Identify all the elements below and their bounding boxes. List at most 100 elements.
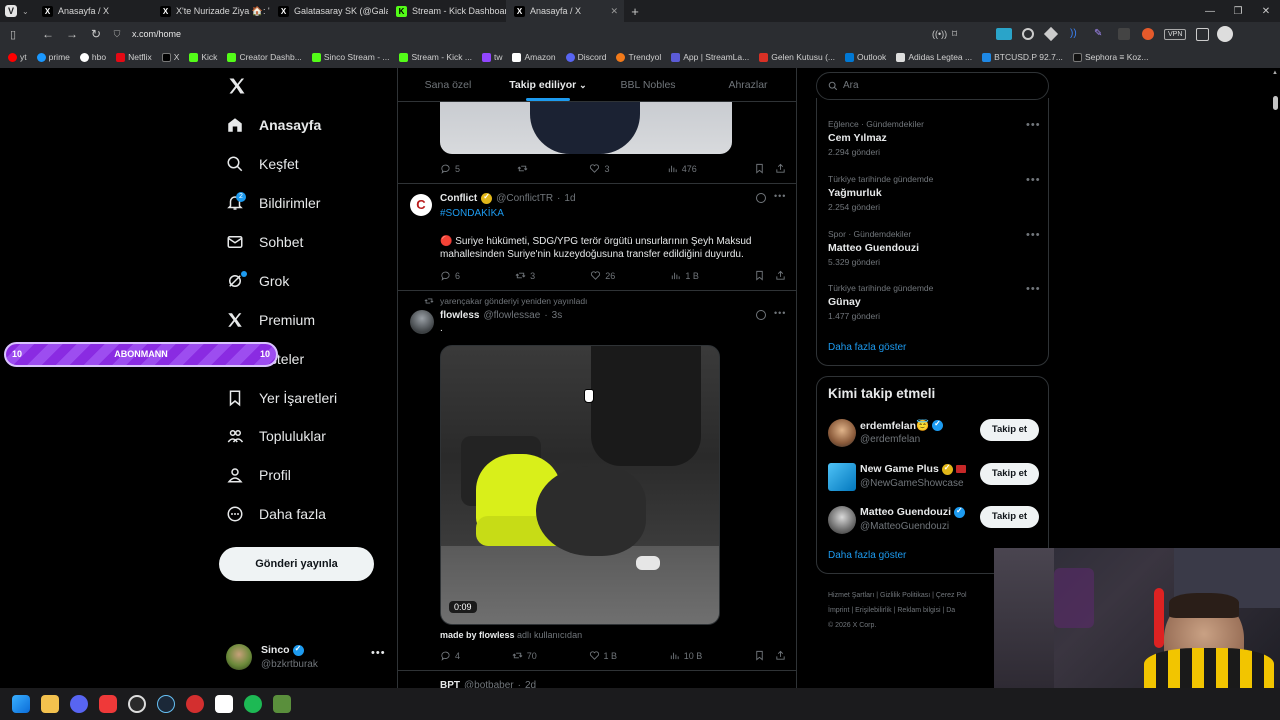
more-options-icon[interactable]: ••• (1026, 119, 1256, 131)
app-icon[interactable] (273, 695, 291, 713)
sidebar-item-more[interactable]: Daha fazla (226, 505, 326, 523)
extension-icon[interactable] (1022, 28, 1034, 40)
sidebar-toggle-icon[interactable]: ▯ (0, 28, 26, 41)
extension-icon[interactable] (1118, 28, 1130, 40)
sidebar-item-grok[interactable]: Grok (226, 272, 289, 290)
file-explorer-icon[interactable] (41, 695, 59, 713)
bookmark-item[interactable]: Outlook (845, 52, 886, 62)
back-icon[interactable]: ← (36, 27, 60, 41)
more-options-icon[interactable]: ••• (774, 191, 786, 201)
sidebar-item-communities[interactable]: Topluluklar (226, 427, 326, 445)
browser-tab[interactable]: X X'te Nurizade Ziya 🏠: "Gal (152, 0, 270, 22)
views-button[interactable]: 10 B (669, 650, 702, 661)
sidebar-item-profile[interactable]: Profil (226, 466, 291, 484)
browser-tab[interactable]: X Anasayfa / X (34, 0, 152, 22)
post-time[interactable]: 3s (552, 310, 563, 321)
cast-icon[interactable]: ((•)) (932, 29, 952, 39)
scroll-up-arrow-icon[interactable]: ▲ (1272, 70, 1278, 76)
bookmark-item[interactable]: Stream - Kick ... (399, 52, 472, 62)
bookmark-item[interactable]: yt (8, 52, 27, 62)
scrollbar-thumb[interactable] (1273, 96, 1278, 110)
bookmark-item[interactable]: Kick (189, 52, 217, 62)
extension-icon[interactable] (1043, 26, 1059, 42)
bookmark-icon[interactable] (754, 163, 765, 174)
post-author[interactable]: BPT (440, 680, 460, 688)
x-logo-icon[interactable] (227, 76, 247, 96)
repost-button[interactable]: 3 (515, 270, 535, 281)
bookmark-item[interactable]: tw (481, 52, 502, 62)
game-launcher-icon[interactable] (186, 695, 204, 713)
share-icon[interactable] (775, 163, 786, 174)
bookmark-item[interactable]: Amazon (512, 52, 556, 62)
sidebar-item-chat[interactable]: Sohbet (226, 233, 303, 251)
tab-following[interactable]: Takip ediliyor ⌄ (498, 68, 598, 101)
browser-tab-active[interactable]: X Anasayfa / X ✕ (506, 0, 624, 22)
post-handle[interactable]: @ConflictTR (496, 193, 553, 204)
tab-list-chevron-icon[interactable]: ⌄ (22, 7, 34, 16)
site-info-icon[interactable]: ⛉ (108, 29, 126, 40)
post-time[interactable]: 1d (564, 193, 575, 204)
browser-tab[interactable]: K Stream - Kick Dashboard (388, 0, 506, 22)
close-tab-icon[interactable]: ✕ (610, 6, 618, 17)
share-icon[interactable] (775, 270, 786, 281)
like-button[interactable]: 3 (589, 163, 610, 174)
maximize-window-icon[interactable]: ❐ (1224, 6, 1252, 17)
share-icon[interactable] (775, 650, 786, 661)
reload-icon[interactable]: ↻ (84, 27, 108, 41)
follow-suggestion[interactable]: erdemfelan😇 @erdemfelan Takip et (828, 419, 1040, 449)
vivaldi-icon[interactable] (99, 695, 117, 713)
post-handle[interactable]: @flowlessae (483, 310, 540, 321)
footer-line[interactable]: Hizmet Şartları | Gizlilik Politikası | … (828, 588, 998, 603)
more-options-icon[interactable]: ••• (1026, 174, 1256, 186)
windows-start-icon[interactable] (12, 695, 30, 713)
bookmark-item[interactable]: Creator Dashb... (227, 52, 302, 62)
trend-item[interactable]: Spor · Gündemdekiler Matteo Guendouzi 5.… (828, 229, 1048, 267)
follow-button[interactable]: Takip et (980, 506, 1039, 528)
tab-list-bbl[interactable]: BBL Nobles (598, 68, 698, 101)
post-media[interactable] (440, 102, 732, 154)
tab-list-ahrazlar[interactable]: Ahrazlar (698, 68, 796, 101)
capcut-icon[interactable] (215, 695, 233, 713)
extensions-panel-icon[interactable] (1196, 27, 1210, 41)
bookmark-item[interactable]: prime (36, 52, 70, 62)
grok-icon[interactable] (756, 193, 766, 203)
follow-suggestion[interactable]: Matteo Guendouzi @MatteoGuendouzi Takip … (828, 506, 1040, 536)
bookmark-item[interactable]: BTCUSD.P 92.7... (982, 52, 1063, 62)
post-button[interactable]: Gönderi yayınla (219, 547, 374, 581)
new-tab-button[interactable]: + (624, 4, 646, 19)
reply-button[interactable]: 4 (440, 650, 460, 661)
reply-button[interactable]: 6 (440, 270, 460, 281)
repost-button[interactable] (517, 163, 532, 174)
post-video-player[interactable]: 0:09 (440, 345, 720, 625)
views-button[interactable]: 476 (667, 163, 697, 174)
show-more-trends-link[interactable]: Daha fazla göster (828, 342, 906, 353)
hashtag-link[interactable]: #SONDAKİKA (440, 208, 504, 219)
repost-button[interactable]: 70 (512, 650, 537, 661)
like-button[interactable]: 1 B (589, 650, 617, 661)
minimize-window-icon[interactable]: — (1196, 6, 1224, 17)
extension-icon[interactable] (996, 28, 1012, 40)
trend-item[interactable]: Türkiye tarihinde gündemde Yağmurluk 2.2… (828, 174, 1048, 212)
extension-icon[interactable] (1142, 28, 1154, 40)
footer-line[interactable]: İmprint | Erişilebilirlik | Reklam bilgi… (828, 603, 998, 618)
url-field[interactable]: x.com/home (132, 29, 932, 39)
tab-for-you[interactable]: Sana özel (398, 68, 498, 101)
trend-item[interactable]: Eğlence · Gündemdekiler Cem Yılmaz 2.294… (828, 119, 1048, 157)
steam-icon[interactable] (157, 695, 175, 713)
follow-button[interactable]: Takip et (980, 419, 1039, 441)
more-options-icon[interactable]: ••• (1026, 283, 1256, 295)
forward-icon[interactable]: → (60, 27, 84, 41)
bookmark-item[interactable]: Sinco Stream - ... (311, 52, 389, 62)
sidebar-item-explore[interactable]: Keşfet (226, 155, 299, 173)
views-button[interactable]: 1 B (670, 270, 699, 281)
post-handle[interactable]: @botbaber (464, 680, 514, 688)
obs-icon[interactable] (128, 695, 146, 713)
bookmark-item[interactable]: Trendyol (616, 52, 661, 62)
bookmark-icon[interactable] (754, 650, 765, 661)
reply-button[interactable]: 5 (440, 163, 460, 174)
extension-icon[interactable]: ✎ (1094, 29, 1106, 39)
account-switcher[interactable]: Sinco @bzkrtburak ••• (226, 643, 386, 675)
like-button[interactable]: 26 (590, 270, 615, 281)
post-time[interactable]: 2d (525, 680, 536, 688)
bookmark-icon[interactable] (754, 270, 765, 281)
